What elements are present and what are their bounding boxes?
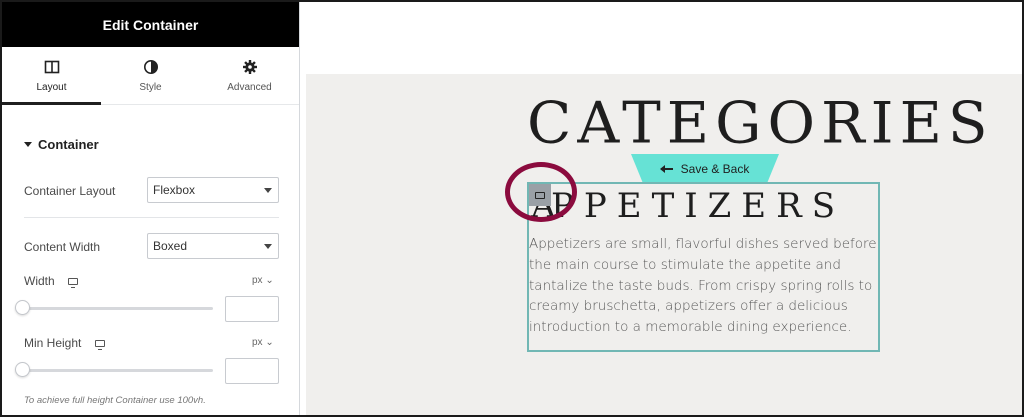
min-height-label: Min Height (24, 336, 82, 350)
gear-icon (242, 59, 257, 74)
width-slider-handle[interactable] (15, 300, 30, 315)
panel-header: Edit Container (2, 2, 299, 47)
min-height-input[interactable] (225, 358, 279, 384)
layout-icon (44, 60, 59, 73)
width-input[interactable] (225, 296, 279, 322)
help-text: To achieve full height Container use 100… (24, 395, 206, 406)
container-layout-value: Flexbox (153, 183, 196, 197)
editor-panel: Edit Container Layout Style Advanced Con… (2, 2, 300, 415)
page-heading[interactable]: CATEGORIES (527, 95, 994, 152)
panel-tabs: Layout Style Advanced (2, 47, 299, 105)
content-width-label: Content Width (24, 240, 101, 254)
desktop-icon[interactable] (68, 278, 79, 289)
container-layout-label: Container Layout (24, 184, 116, 198)
tab-style[interactable]: Style (101, 47, 200, 104)
panel-title: Edit Container (102, 16, 199, 33)
editor-window: Edit Container Layout Style Advanced Con… (0, 0, 1024, 417)
save-back-label: Save & Back (680, 161, 750, 176)
tab-style-label: Style (139, 81, 162, 93)
half-circle-icon (143, 59, 158, 74)
description-text[interactable]: Appetizers are small, flavorful dishes s… (529, 234, 881, 338)
tab-layout[interactable]: Layout (2, 47, 101, 105)
min-height-slider[interactable] (24, 369, 213, 372)
content-width-select[interactable]: Boxed (147, 233, 279, 259)
desktop-icon[interactable] (94, 340, 105, 351)
caret-down-icon (24, 142, 32, 147)
section-toggle-container[interactable]: Container (24, 137, 99, 152)
arrow-left-icon (659, 164, 673, 173)
min-height-control-label: Min Height (24, 336, 105, 351)
chevron-down-icon (264, 188, 272, 193)
tab-advanced[interactable]: Advanced (200, 47, 299, 104)
width-slider[interactable] (24, 307, 213, 310)
subheading[interactable]: PPETIZERS (551, 189, 845, 223)
tab-layout-label: Layout (36, 81, 67, 93)
annotation-circle (505, 162, 577, 222)
width-label: Width (24, 274, 55, 288)
content-width-value: Boxed (153, 239, 188, 253)
chevron-down-icon (264, 244, 272, 249)
save-back-button[interactable]: Save & Back (631, 154, 779, 183)
divider (24, 217, 279, 218)
container-layout-select[interactable]: Flexbox (147, 177, 279, 203)
min-height-unit-select[interactable]: px ⌄ (252, 337, 274, 348)
width-unit-select[interactable]: px ⌄ (252, 275, 274, 286)
width-control-label: Width (24, 274, 79, 289)
tab-advanced-label: Advanced (227, 81, 272, 93)
preview-canvas: CATEGORIES Save & Back A PPETIZERS Appet… (301, 2, 1022, 415)
section-title: Container (38, 137, 99, 152)
min-height-slider-handle[interactable] (15, 362, 30, 377)
